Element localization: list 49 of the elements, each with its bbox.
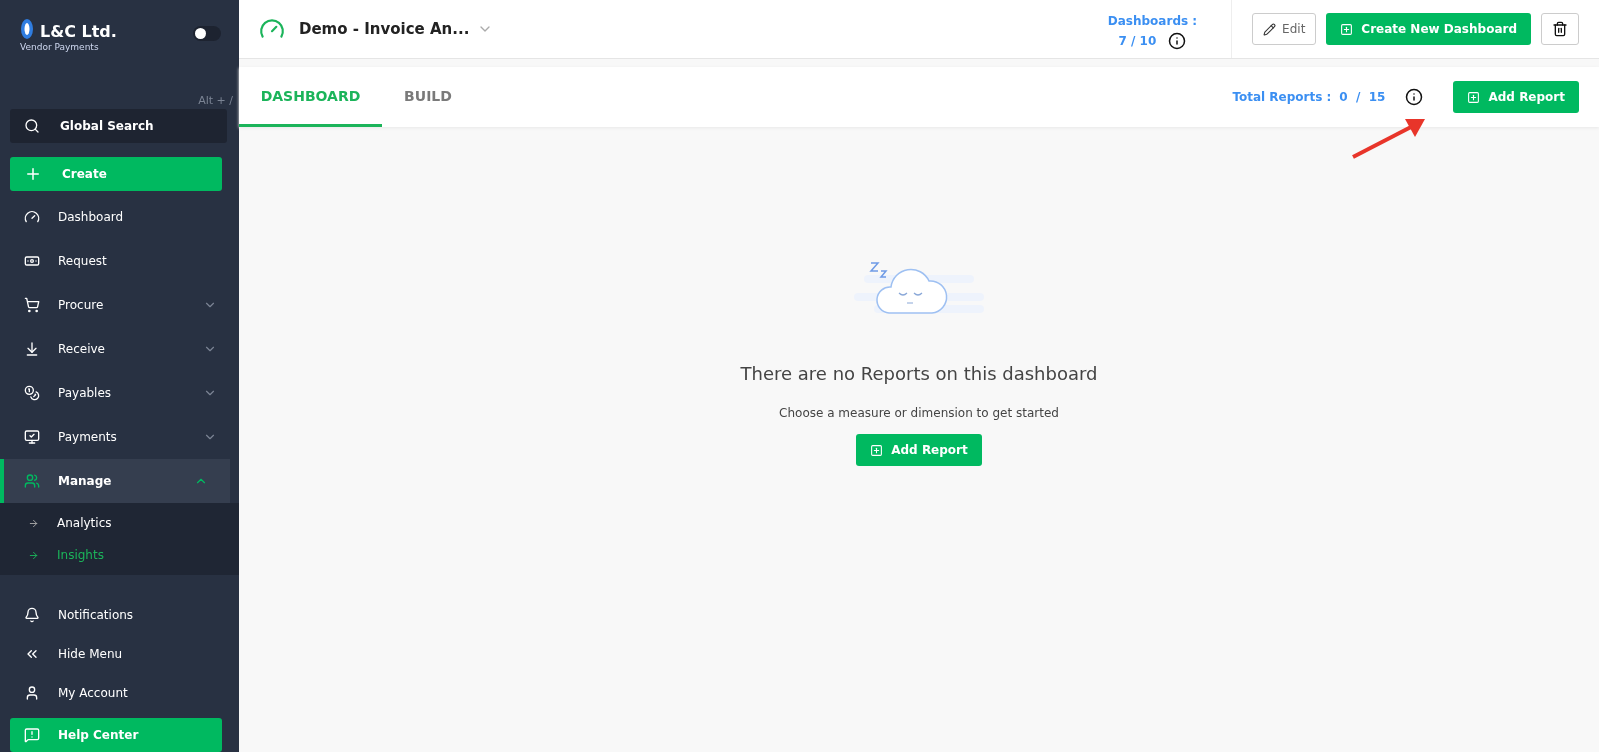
search-icon [24,118,40,134]
theme-toggle[interactable] [193,26,221,41]
nav-item[interactable]: Hide Menu [0,634,239,673]
nav-item[interactable]: My Account [0,673,239,712]
trash-icon [1552,21,1568,37]
shortcut-hint: Alt + / [198,94,233,107]
plus-icon [870,443,884,457]
total-reports-count: 0 / 15 [1339,90,1386,104]
company-subtitle: Vendor Payments [20,42,99,52]
nav-item[interactable]: Receive [0,327,239,371]
nav-item[interactable]: Payments [0,415,239,459]
info-icon [1405,88,1424,106]
info-icon [1168,32,1187,50]
nav-icon [24,209,40,225]
nav-icon [24,684,40,701]
company-name: L&C Ltd. [40,22,117,41]
nav-icon [24,385,40,401]
nav-icon [24,253,40,269]
nav-item[interactable]: Payables [0,371,239,415]
plus-icon [1340,22,1354,36]
submenu-item[interactable]: Analytics [0,507,239,539]
delete-button[interactable] [1541,13,1579,45]
plus-icon [1467,90,1481,104]
arrow-icon [28,517,39,529]
nav-icon [24,297,40,313]
help-icon [24,727,40,743]
nav-icon [24,429,40,445]
submenu-item[interactable]: Insights [0,539,239,571]
nav-item[interactable]: Manage [0,459,230,503]
logo-icon [20,18,34,40]
dashboard-title[interactable]: Demo - Invoice An... [299,20,470,38]
nav-icon [24,341,40,357]
nav-item[interactable]: Dashboard [0,195,239,239]
plus-icon [24,165,42,183]
global-search[interactable]: Global Search [10,109,227,143]
nav-icon [24,473,40,489]
empty-state-title: There are no Reports on this dashboard [740,363,1098,384]
tab[interactable]: BUILD [382,67,474,127]
dashboards-label: Dashboards : [1107,14,1198,28]
nav-item[interactable]: Procure [0,283,239,327]
nav-item[interactable]: Request [0,239,239,283]
nav-icon [24,606,40,623]
empty-state-hint: Choose a measure or dimension to get started [779,406,1059,420]
arrow-icon [28,549,39,561]
dashboards-count: 7 / 10 [1118,34,1157,48]
pencil-icon [1263,22,1277,36]
total-reports-label: Total Reports : [1232,90,1332,104]
edit-button[interactable]: Edit [1252,13,1317,45]
nav-item[interactable]: Notifications [0,595,239,634]
